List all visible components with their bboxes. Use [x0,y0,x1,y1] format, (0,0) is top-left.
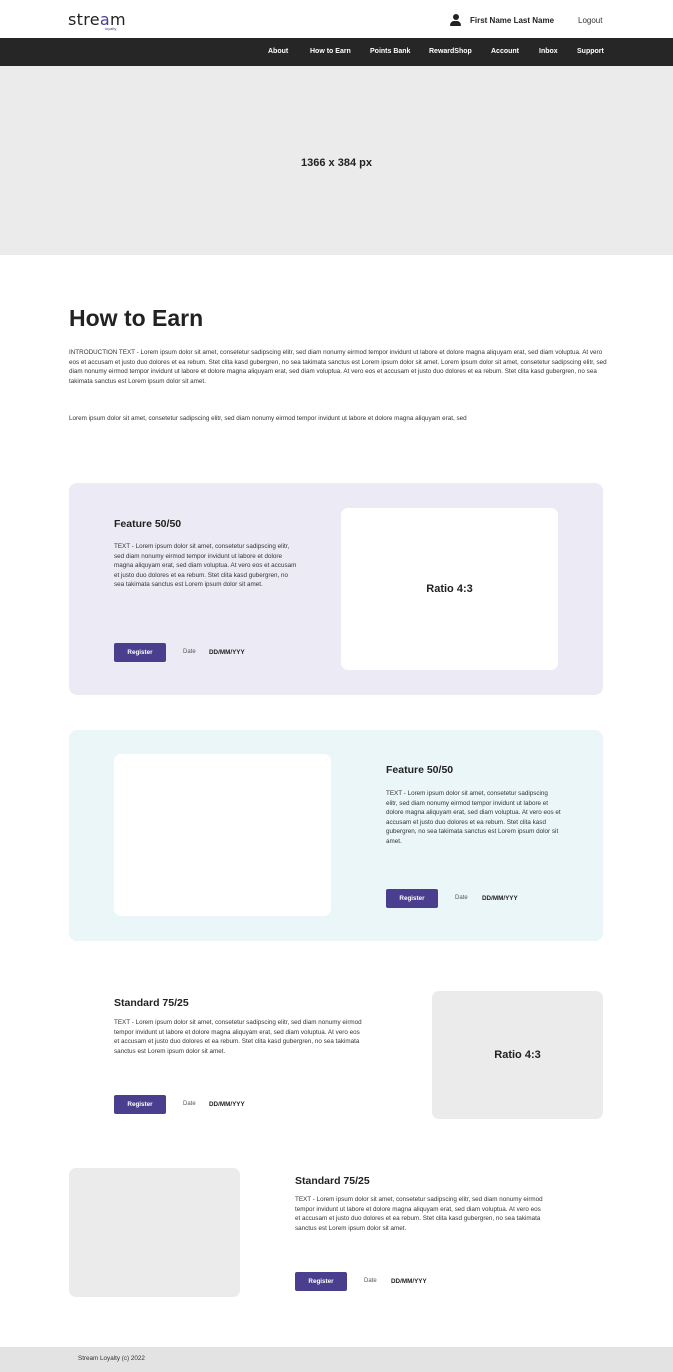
card-title: Standard 75/25 [295,1175,370,1187]
image-placeholder: Ratio 4:3 [341,508,558,670]
register-button[interactable]: Register [114,1095,166,1114]
card-text: TEXT - Lorem ipsum dolor sit amet, conse… [114,1019,362,1055]
nav-item-how-to-earn[interactable]: How to Earn [310,48,351,55]
date-label: Date [455,895,468,901]
date-value: DD/MM/YYY [482,895,518,902]
date-label: Date [183,1101,196,1107]
hero-label: 1366 x 384 px [301,157,372,169]
nav-item-about[interactable]: About [268,48,288,55]
image-placeholder [69,1168,240,1297]
card-title: Feature 50/50 [114,518,182,530]
logo-wordmark: stream [68,10,126,29]
logo-subtext: loyalty [105,26,117,31]
standard-card-2: Standard 75/25 TEXT - Lorem ipsum dolor … [69,1168,603,1298]
standard-card-1: Standard 75/25 TEXT - Lorem ipsum dolor … [69,990,603,1120]
nav-item-support[interactable]: Support [577,48,604,55]
hero-banner: 1366 x 384 px [0,66,673,255]
user-name: First Name Last Name [470,15,555,25]
user-menu[interactable]: First Name Last Name [450,14,554,26]
card-text: TEXT - Lorem ipsum dolor sit amet, conse… [295,1196,543,1232]
intro-text-secondary: Lorem ipsum dolor sit amet, consetetur s… [69,415,467,422]
card-title: Standard 75/25 [114,997,189,1009]
date-value: DD/MM/YYY [209,649,245,656]
stream-logo[interactable]: stream loyalty [68,10,126,31]
footer: Stream Loyalty (c) 2022 [0,1347,673,1372]
feature-card-1: Feature 50/50 TEXT - Lorem ipsum dolor s… [69,483,603,695]
register-button[interactable]: Register [295,1272,347,1291]
date-value: DD/MM/YYY [209,1101,245,1108]
date-label: Date [183,649,196,655]
card-title: Feature 50/50 [386,764,454,776]
image-placeholder: Ratio 4:3 [432,991,603,1119]
user-icon [450,14,461,26]
page-title: How to Earn [69,305,204,331]
register-button[interactable]: Register [386,889,438,908]
card-text: TEXT - Lorem ipsum dolor sit amet, conse… [386,790,561,845]
logout-link[interactable]: Logout [578,16,602,25]
date-value: DD/MM/YYY [391,1278,427,1285]
top-header: stream loyalty First Name Last Name Logo… [0,0,673,38]
card-text: TEXT - Lorem ipsum dolor sit amet, conse… [114,543,297,588]
nav-item-account[interactable]: Account [491,48,519,55]
nav-item-rewardshop[interactable]: RewardShop [429,48,472,55]
main-nav: About How to Earn Points Bank RewardShop… [0,38,673,66]
register-button[interactable]: Register [114,643,166,662]
intro-text: INTRODUCTION TEXT - Lorem ipsum dolor si… [69,349,607,385]
date-label: Date [364,1278,377,1284]
nav-item-points-bank[interactable]: Points Bank [370,48,410,55]
feature-card-2: Feature 50/50 TEXT - Lorem ipsum dolor s… [69,730,603,941]
image-placeholder [114,754,331,916]
nav-item-inbox[interactable]: Inbox [539,48,558,55]
footer-copyright: Stream Loyalty (c) 2022 [78,1355,145,1362]
